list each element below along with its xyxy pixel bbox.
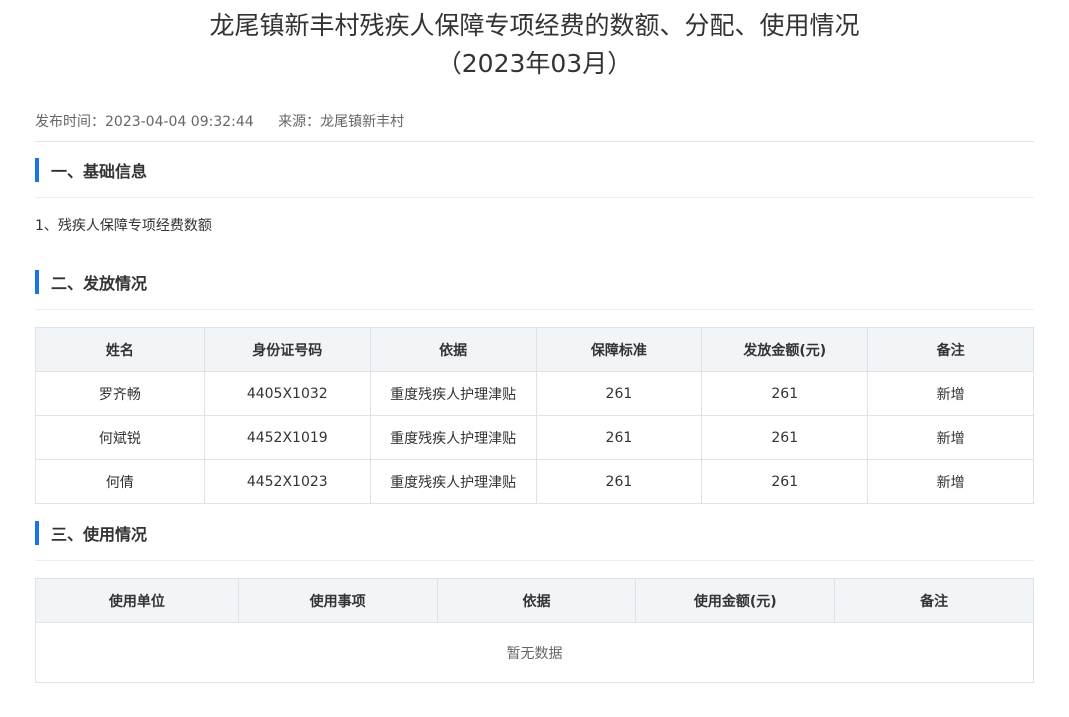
table-cell: 4452X1023 [203, 459, 371, 504]
column-header: 身份证号码 [203, 327, 371, 372]
page: 龙尾镇新丰村残疾人保障专项经费的数额、分配、使用情况 （2023年03月） 发布… [0, 0, 1069, 717]
usage-table: 使用单位 使用事项 依据 使用金额(元) 备注 暂无数据 [35, 578, 1034, 683]
table-cell: 4405X1032 [203, 371, 371, 416]
table-cell: 261 [701, 415, 869, 460]
distribution-table: 姓名 身份证号码 依据 保障标准 发放金额(元) 备注 罗齐畅 4405X103… [35, 327, 1034, 504]
column-header: 依据 [369, 327, 537, 372]
title-line-1: 龙尾镇新丰村残疾人保障专项经费的数额、分配、使用情况 [209, 11, 860, 40]
empty-state-text: 暂无数据 [35, 622, 1034, 683]
source: 来源：龙尾镇新丰村 [278, 114, 405, 130]
basic-info-text: 1、残疾人保障专项经费数额 [35, 218, 212, 234]
table-row: 罗齐畅 4405X1032 重度残疾人护理津贴 261 261 新增 [35, 371, 1034, 416]
table-cell: 重度残疾人护理津贴 [369, 415, 537, 460]
section-basic-heading: 一、基础信息 [35, 142, 1034, 198]
table-cell: 何斌锐 [35, 415, 205, 460]
table-cell: 重度残疾人护理津贴 [369, 371, 537, 416]
section-label: 二、发放情况 [51, 273, 148, 293]
table-row: 何倩 4452X1023 重度残疾人护理津贴 261 261 新增 [35, 459, 1034, 504]
column-header: 发放金额(元) [701, 327, 869, 372]
table-row: 何斌锐 4452X1019 重度残疾人护理津贴 261 261 新增 [35, 415, 1034, 460]
table-cell: 新增 [867, 459, 1034, 504]
table-header-row: 使用单位 使用事项 依据 使用金额(元) 备注 [35, 578, 1034, 623]
section-accent-bar [35, 269, 39, 294]
column-header: 备注 [867, 327, 1034, 372]
page-title: 龙尾镇新丰村残疾人保障专项经费的数额、分配、使用情况 （2023年03月） [35, 0, 1034, 83]
table-cell: 新增 [867, 371, 1034, 416]
table-cell: 261 [535, 459, 703, 504]
section-distribution-heading: 二、发放情况 [35, 254, 1034, 310]
title-line-2: （2023年03月） [436, 49, 633, 78]
section-label: 一、基础信息 [51, 161, 148, 181]
section-usage-heading: 三、使用情况 [35, 505, 1034, 561]
table-cell: 261 [701, 459, 869, 504]
table-row: 暂无数据 [35, 622, 1034, 683]
table-cell: 261 [535, 371, 703, 416]
column-header: 使用事项 [237, 578, 438, 623]
column-header: 备注 [834, 578, 1034, 623]
column-header: 使用单位 [35, 578, 239, 623]
table-header-row: 姓名 身份证号码 依据 保障标准 发放金额(元) 备注 [35, 327, 1034, 372]
table-cell: 新增 [867, 415, 1034, 460]
article-meta: 发布时间：2023-04-04 09:32:44 来源：龙尾镇新丰村 [35, 110, 1034, 134]
column-header: 保障标准 [535, 327, 703, 372]
publish-time: 发布时间：2023-04-04 09:32:44 [35, 114, 254, 130]
column-header: 使用金额(元) [635, 578, 836, 623]
section-label: 三、使用情况 [51, 524, 148, 544]
table-cell: 261 [535, 415, 703, 460]
section-accent-bar [35, 520, 39, 545]
column-header: 依据 [436, 578, 637, 623]
table-cell: 4452X1019 [203, 415, 371, 460]
table-cell: 罗齐畅 [35, 371, 205, 416]
section-accent-bar [35, 157, 39, 182]
column-header: 姓名 [35, 327, 205, 372]
table-cell: 重度残疾人护理津贴 [369, 459, 537, 504]
table-cell: 261 [701, 371, 869, 416]
table-cell: 何倩 [35, 459, 205, 504]
